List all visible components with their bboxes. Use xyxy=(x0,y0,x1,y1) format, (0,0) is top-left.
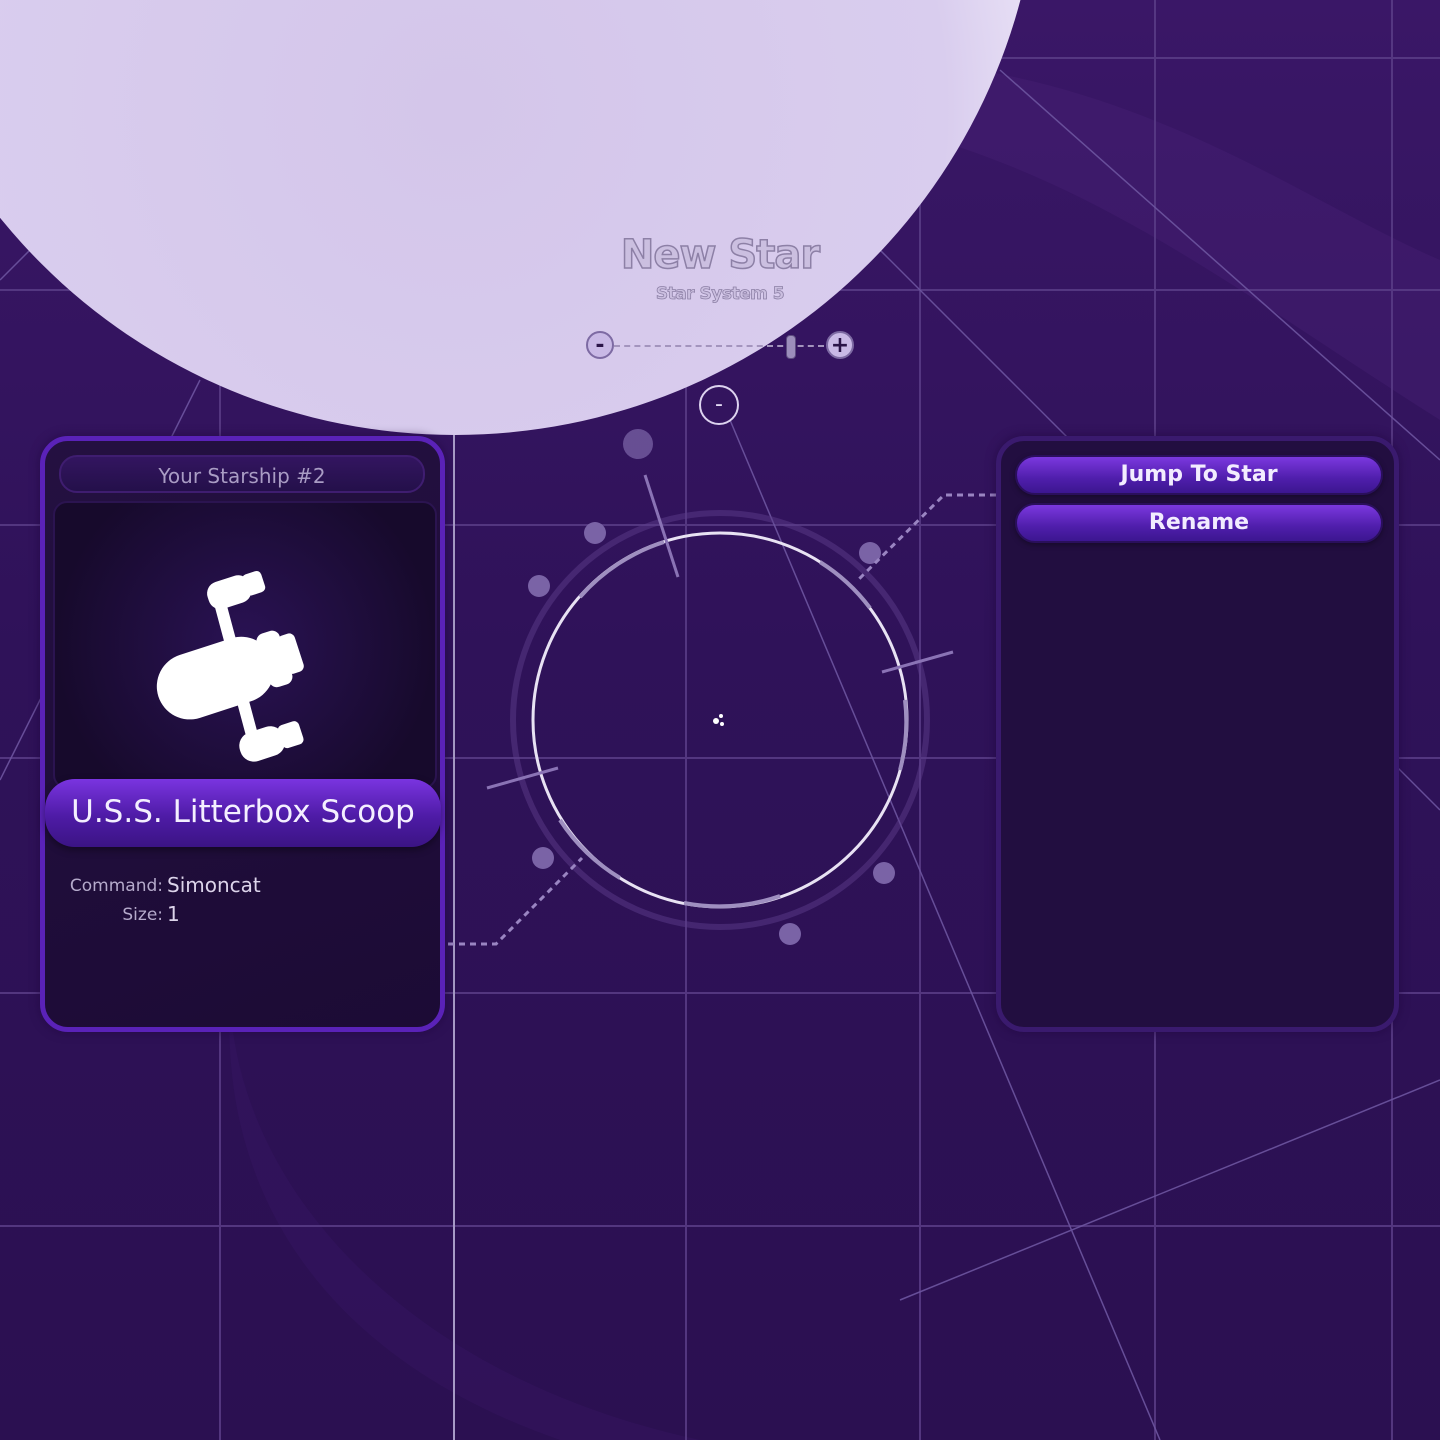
zoom-out-button[interactable]: - xyxy=(586,331,614,359)
star-sphere[interactable] xyxy=(0,0,1040,435)
ship-position-marker[interactable] xyxy=(713,714,724,726)
ship-image-frame xyxy=(53,501,437,789)
ship-connector-line xyxy=(448,856,584,946)
command-row: Command: Simoncat xyxy=(45,873,445,899)
starship-icon xyxy=(156,570,304,762)
game-viewport[interactable]: New Star Star System 5 - + - Your Starsh… xyxy=(0,0,1440,1440)
command-label: Command: xyxy=(69,876,163,896)
jump-to-star-button[interactable]: Jump To Star xyxy=(1015,455,1383,495)
ship-name: U.S.S. Litterbox Scoop xyxy=(45,779,441,847)
size-value: 1 xyxy=(167,902,180,926)
size-row: Size: 1 xyxy=(45,902,445,928)
star-system-label: Star System 5 xyxy=(655,284,785,305)
command-value: Simoncat xyxy=(167,873,261,897)
rename-button[interactable]: Rename xyxy=(1015,503,1383,543)
size-label: Size: xyxy=(122,905,163,925)
actions-connector-line xyxy=(856,493,996,582)
collapse-button[interactable]: - xyxy=(699,385,739,425)
orbit-nodes xyxy=(528,429,895,945)
nebula-swirl xyxy=(900,60,1440,420)
nebula-swirl-lower xyxy=(229,1000,700,1440)
zoom-in-button[interactable]: + xyxy=(826,331,854,359)
star-actions-panel: Jump To Star Rename xyxy=(996,436,1399,1032)
star-name[interactable]: New Star xyxy=(570,231,870,279)
zoom-slider-handle[interactable] xyxy=(786,335,796,359)
starship-panel-header: Your Starship #2 xyxy=(59,455,425,493)
starship-panel: Your Starship #2 U.S.S. Litterbox Scoop … xyxy=(40,436,445,1032)
